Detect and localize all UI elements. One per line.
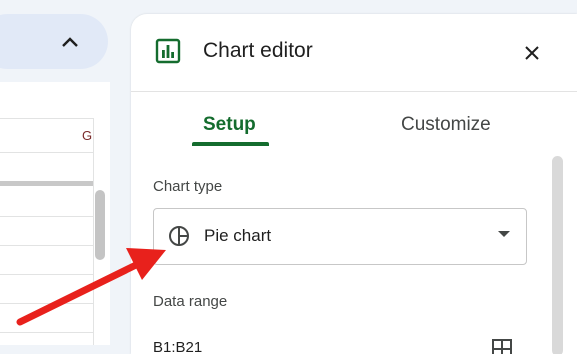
chart-editor-panel: Chart editor Setup Customize Chart type … bbox=[131, 14, 577, 354]
grid-line bbox=[0, 152, 94, 153]
tab-customize[interactable]: Customize bbox=[401, 114, 491, 136]
freeze-divider[interactable] bbox=[0, 181, 93, 186]
data-range-label: Data range bbox=[153, 293, 228, 310]
pie-chart-icon bbox=[169, 226, 189, 246]
column-header-g[interactable]: G bbox=[82, 128, 92, 143]
grid-column-line bbox=[93, 118, 94, 345]
chart-type-label: Chart type bbox=[153, 178, 223, 195]
grid-line bbox=[0, 216, 94, 217]
select-range-grid-icon[interactable] bbox=[491, 338, 513, 354]
bar-chart-icon bbox=[155, 38, 181, 64]
close-icon[interactable] bbox=[519, 40, 545, 66]
dropdown-caret-icon bbox=[498, 231, 510, 237]
active-tab-indicator bbox=[192, 142, 269, 146]
data-range-value[interactable]: B1:B21 bbox=[153, 339, 202, 354]
grid-line bbox=[0, 332, 94, 333]
grid-line bbox=[0, 245, 94, 246]
panel-title: Chart editor bbox=[203, 39, 313, 62]
spreadsheet-grid[interactable]: G bbox=[0, 82, 110, 345]
grid-line bbox=[0, 303, 94, 304]
tab-setup[interactable]: Setup bbox=[203, 114, 256, 136]
panel-scrollbar[interactable] bbox=[552, 156, 563, 354]
grid-line bbox=[0, 274, 94, 275]
sheet-scrollbar[interactable] bbox=[95, 190, 105, 260]
chart-type-value: Pie chart bbox=[204, 226, 272, 245]
collapse-chevron-up-icon[interactable] bbox=[56, 28, 84, 56]
sheet-toolbar-collapsed bbox=[0, 14, 108, 69]
chart-type-dropdown[interactable]: Pie chart bbox=[153, 208, 527, 265]
grid-line bbox=[0, 118, 94, 119]
panel-header: Chart editor bbox=[131, 14, 577, 92]
